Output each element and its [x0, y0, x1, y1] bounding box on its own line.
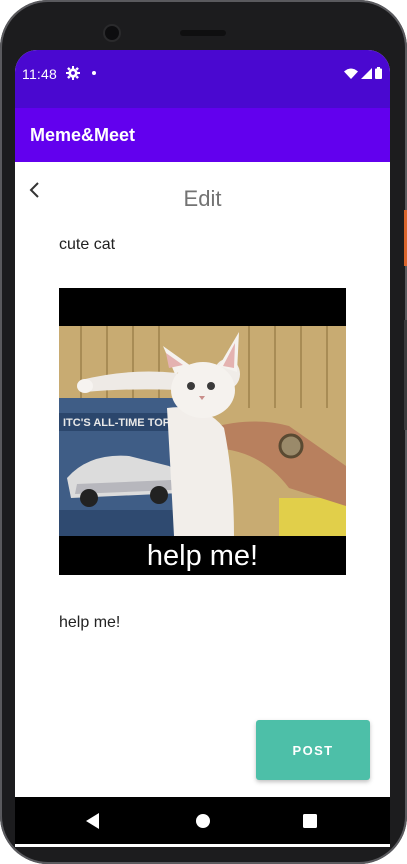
status-bar: 11:48 — [15, 50, 390, 108]
settings-gear-icon — [66, 66, 80, 80]
cat-photo: ITC'S ALL-TIME TOP TEAM — [59, 288, 346, 575]
status-time: 11:48 — [22, 66, 57, 82]
status-right-icons — [344, 67, 382, 79]
meme-image: ITC'S ALL-TIME TOP TEAM help me! — [59, 288, 346, 575]
battery-icon — [375, 67, 382, 79]
earpiece-speaker — [180, 30, 226, 36]
page-title: Edit — [183, 186, 222, 211]
notification-dot-icon — [92, 71, 96, 75]
meme-overlay-text: help me! — [146, 540, 259, 572]
nav-back-icon[interactable] — [81, 809, 105, 833]
wifi-icon — [344, 68, 358, 79]
nav-home-icon[interactable] — [191, 809, 215, 833]
screen: 11:48 Meme&Meet Edit cute cat ITC'S ALL-… — [15, 50, 390, 847]
top-caption-text[interactable]: cute cat — [59, 236, 115, 254]
nav-recents-icon[interactable] — [298, 809, 322, 833]
post-button[interactable]: POST — [256, 720, 370, 780]
signal-icon — [361, 68, 372, 79]
app-bar: Meme&Meet — [15, 108, 390, 162]
phone-frame: 11:48 Meme&Meet Edit cute cat ITC'S ALL-… — [0, 0, 407, 864]
front-camera — [105, 26, 119, 40]
bottom-caption-text[interactable]: help me! — [59, 614, 120, 632]
app-title: Meme&Meet — [30, 125, 136, 145]
system-nav-bar — [15, 797, 390, 844]
